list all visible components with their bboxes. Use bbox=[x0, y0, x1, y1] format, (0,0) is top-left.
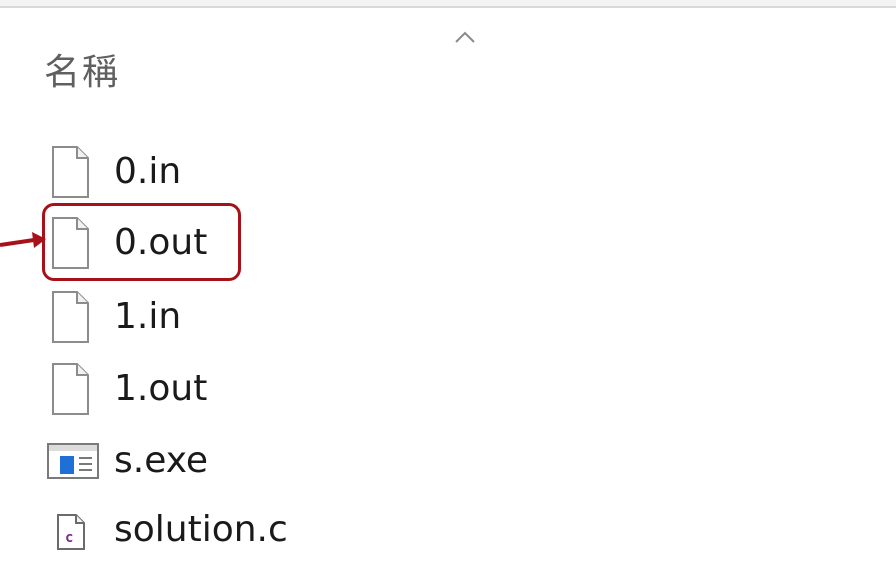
file-name: solution.c bbox=[114, 509, 288, 550]
column-header-name[interactable]: 名稱 bbox=[44, 48, 120, 98]
file-name: 0.in bbox=[114, 151, 182, 192]
blank-file-icon bbox=[46, 289, 100, 345]
svg-text:c: c bbox=[65, 530, 73, 546]
arrow-right-icon bbox=[0, 232, 46, 248]
file-row-s-exe[interactable]: s.exe bbox=[46, 428, 208, 494]
highlight-box bbox=[42, 203, 241, 281]
file-row-1-out[interactable]: 1.out bbox=[46, 356, 207, 422]
file-row-1-in[interactable]: 1.in bbox=[46, 284, 181, 350]
pane-top-border bbox=[0, 0, 896, 8]
blank-file-icon bbox=[46, 144, 100, 200]
c-source-file-icon: c bbox=[46, 502, 100, 558]
file-explorer-pane: 名稱 0.in 0.out 1.in 1.out s.exe c solutio… bbox=[0, 0, 896, 577]
file-name: 1.in bbox=[114, 296, 182, 337]
executable-icon bbox=[46, 433, 100, 489]
chevron-up-icon[interactable] bbox=[454, 30, 476, 44]
file-row-0-in[interactable]: 0.in bbox=[46, 139, 181, 205]
file-row-solution-c[interactable]: c solution.c bbox=[46, 497, 288, 563]
file-name: s.exe bbox=[114, 440, 209, 481]
blank-file-icon bbox=[46, 361, 100, 417]
file-name: 1.out bbox=[114, 368, 208, 409]
